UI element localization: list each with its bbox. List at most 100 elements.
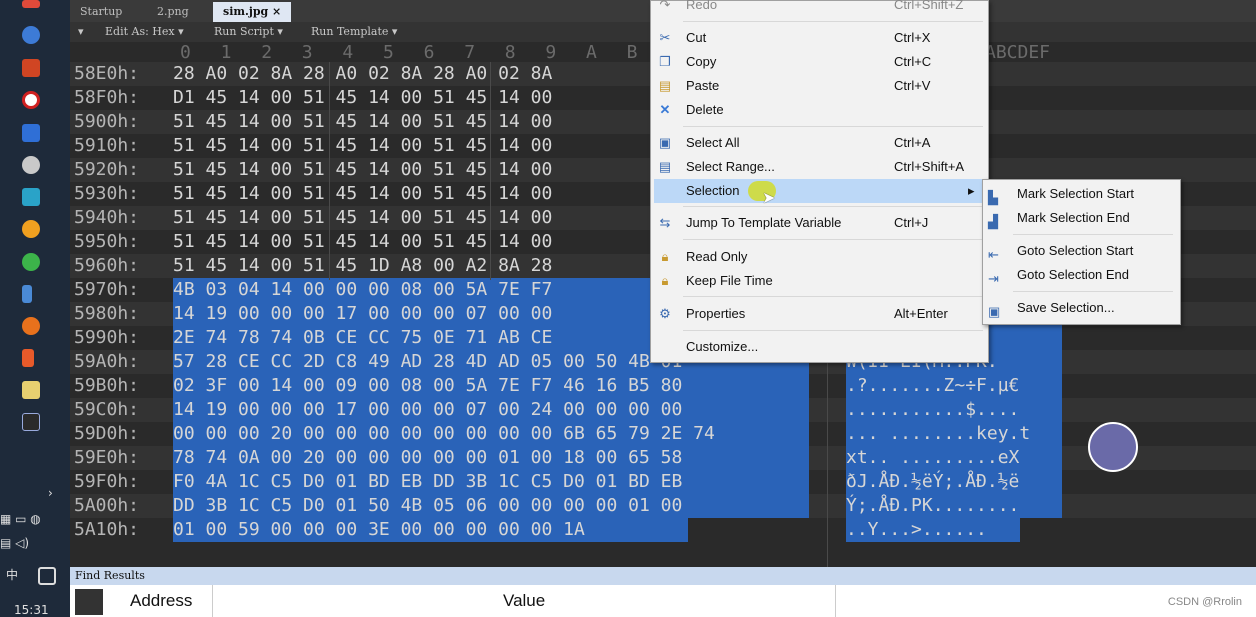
row-ascii[interactable]: Ý;.ÅÐ.PK........	[846, 494, 1019, 518]
clock[interactable]: 15:31	[14, 603, 64, 617]
burp-icon[interactable]	[22, 349, 34, 367]
value-column-header[interactable]: Value	[503, 591, 545, 611]
menu-item-shortcut: Ctrl+Shift+Z	[894, 0, 964, 12]
row-address: 58E0h:	[74, 63, 140, 84]
tab-startup[interactable]: Startup	[70, 2, 132, 22]
row-address: 5940h:	[74, 207, 140, 228]
menu-item-select-range[interactable]: ▤ Select Range... Ctrl+Shift+A	[651, 155, 988, 179]
menu-item-jump-template[interactable]: ⇆ Jump To Template Variable Ctrl+J	[651, 211, 988, 235]
app-icon[interactable]	[22, 0, 40, 8]
menu-separator	[683, 239, 983, 240]
row-ascii[interactable]: ...........$....	[846, 398, 1019, 422]
green-app-icon[interactable]	[22, 253, 40, 271]
record-icon[interactable]	[22, 91, 40, 109]
row-hex-bytes[interactable]: 28 A0 02 8A 28 A0 02 8A 28 A0 02 8A	[173, 62, 552, 86]
submenu-item-label: Goto Selection Start	[1017, 243, 1134, 258]
window-app-icon[interactable]	[22, 124, 40, 142]
row-hex-bytes[interactable]: 51 45 14 00 51 45 1D A8 00 A2 8A 28	[173, 254, 552, 278]
row-address: 59A0h:	[74, 351, 140, 372]
row-ascii[interactable]: ..Y...>......	[846, 518, 987, 542]
row-hex-bytes[interactable]: D1 45 14 00 51 45 14 00 51 45 14 00	[173, 86, 552, 110]
row-ascii[interactable]: ... ........key.t	[846, 422, 1030, 446]
menu-item-delete[interactable]: ✕ Delete	[651, 98, 988, 122]
row-address: 59D0h:	[74, 423, 140, 444]
table-row[interactable]: 5A10h: 01 00 59 00 00 00 3E 00 00 00 00 0…	[70, 518, 1256, 542]
menu-separator	[683, 126, 983, 127]
menu-item-keep-file-time[interactable]: 🔒︎ Keep File Time	[651, 269, 988, 293]
tab-2-png[interactable]: 2.png	[147, 2, 199, 22]
settings-app-icon[interactable]	[22, 156, 40, 174]
tray-icons[interactable]: ▦ ▭ ◍	[0, 512, 70, 526]
submenu-goto-selection-start[interactable]: ⇤ Goto Selection Start	[983, 239, 1180, 263]
mark-start-icon: ▙	[988, 190, 998, 205]
edit-as-dropdown[interactable]: Edit As: Hex ▾	[105, 25, 184, 38]
menu-item-selection[interactable]: Selection ▸ ➤	[654, 179, 983, 207]
properties-icon: ⚙	[659, 306, 671, 321]
submenu-item-label: Mark Selection End	[1017, 210, 1130, 225]
row-address: 5920h:	[74, 159, 140, 180]
folder-app-icon[interactable]	[22, 220, 40, 238]
row-hex-bytes[interactable]: 51 45 14 00 51 45 14 00 51 45 14 00	[173, 230, 552, 254]
notepad-icon[interactable]	[22, 381, 40, 399]
menu-item-paste[interactable]: ▤ Paste Ctrl+V	[651, 74, 988, 98]
tab-sim-jpg[interactable]: sim.jpg ×	[213, 2, 292, 22]
lock-icon: 🔒︎	[661, 273, 669, 288]
editor-app-icon[interactable]	[22, 413, 40, 431]
column-header: 3	[301, 42, 313, 63]
row-hex-bytes[interactable]: 01 00 59 00 00 00 3E 00 00 00 00 00 1A	[173, 518, 585, 542]
submenu-goto-selection-end[interactable]: ⇥ Goto Selection End	[983, 263, 1180, 287]
menu-item-read-only[interactable]: 🔒︎ Read Only	[651, 245, 988, 269]
row-hex-bytes[interactable]: 51 45 14 00 51 45 14 00 51 45 14 00	[173, 182, 552, 206]
tab-label: Startup	[80, 5, 123, 18]
tool-icon[interactable]	[22, 188, 40, 206]
row-ascii[interactable]: ðJ.ÅÐ.½ëÝ;.ÅÐ.½ë	[846, 470, 1019, 494]
row-ascii[interactable]: .?.......Z~÷F.µ€	[846, 374, 1019, 398]
browser-icon[interactable]	[22, 26, 40, 44]
row-hex-bytes[interactable]: 51 45 14 00 51 45 14 00 51 45 14 00	[173, 110, 552, 134]
menu-item-label: Read Only	[686, 249, 748, 264]
menu-item-select-all[interactable]: ▣ Select All Ctrl+A	[651, 131, 988, 155]
row-address: 5970h:	[74, 279, 140, 300]
run-script-dropdown[interactable]: Run Script ▾	[214, 25, 283, 38]
menu-item-shortcut: Ctrl+A	[894, 135, 931, 150]
column-divider	[212, 585, 213, 617]
address-column-header[interactable]: Address	[130, 591, 192, 611]
search-icon[interactable]	[37, 566, 56, 585]
row-ascii[interactable]: xt.. .........eX	[846, 446, 1019, 470]
menu-separator	[683, 21, 983, 22]
submenu-mark-selection-end[interactable]: ▟ Mark Selection End	[983, 206, 1180, 230]
menu-item-cut[interactable]: ✂ Cut Ctrl+X	[651, 26, 988, 50]
menu-separator	[683, 296, 983, 297]
menu-item-copy[interactable]: ❐ Copy Ctrl+C	[651, 50, 988, 74]
row-address: 58F0h:	[74, 87, 140, 108]
row-address: 5960h:	[74, 255, 140, 276]
volume-icon[interactable]: ▤ ◁)	[0, 536, 70, 550]
results-corner	[75, 589, 103, 615]
row-address: 59B0h:	[74, 375, 140, 396]
submenu-save-selection[interactable]: ▣ Save Selection...	[983, 296, 1180, 320]
row-address: 5A10h:	[74, 519, 140, 540]
toolbar-menu-arrow[interactable]: ▾	[78, 25, 84, 38]
run-template-dropdown[interactable]: Run Template ▾	[311, 25, 397, 38]
submenu-mark-selection-start[interactable]: ▙ Mark Selection Start	[983, 182, 1180, 206]
menu-separator	[683, 330, 983, 331]
ime-indicator[interactable]: 中	[6, 566, 66, 585]
close-icon[interactable]: ×	[272, 5, 281, 18]
row-address: 59F0h:	[74, 471, 140, 492]
row-hex-bytes[interactable]: 51 45 14 00 51 45 14 00 51 45 14 00	[173, 134, 552, 158]
column-header: A	[586, 42, 597, 63]
pointer-app-icon[interactable]	[22, 285, 32, 303]
menu-item-redo[interactable]: ↷ Redo Ctrl+Shift+Z	[651, 0, 988, 17]
row-hex-bytes[interactable]: 51 45 14 00 51 45 14 00 51 45 14 00	[173, 206, 552, 230]
menu-item-properties[interactable]: ⚙ Properties Alt+Enter	[651, 302, 988, 326]
firefox-icon[interactable]	[22, 317, 40, 335]
menu-item-label: Copy	[686, 54, 717, 69]
chevron-right-icon[interactable]: ›	[48, 486, 60, 500]
menu-item-shortcut: Ctrl+J	[894, 215, 929, 230]
save-icon: ▣	[988, 304, 1001, 319]
context-menu: ↷ Redo Ctrl+Shift+Z ✂ Cut Ctrl+X ❐ Copy …	[650, 0, 989, 363]
row-hex-bytes[interactable]: 51 45 14 00 51 45 14 00 51 45 14 00	[173, 158, 552, 182]
menu-item-customize[interactable]: Customize...	[651, 335, 988, 359]
tab-label: 2.png	[157, 5, 189, 18]
powerpoint-icon[interactable]	[22, 59, 40, 77]
